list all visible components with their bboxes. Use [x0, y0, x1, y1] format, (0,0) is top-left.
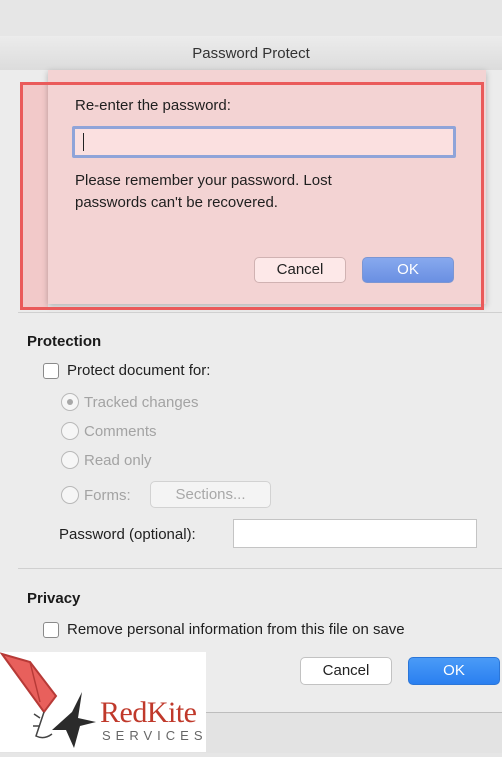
radio-comments[interactable]	[61, 422, 79, 440]
radio-comments-label: Comments	[84, 423, 157, 440]
brand-name: RedKite	[100, 696, 197, 729]
protection-heading: Protection	[27, 333, 102, 350]
radio-tracked-changes[interactable]	[61, 393, 79, 411]
radio-tracked-changes-label: Tracked changes	[84, 394, 199, 411]
privacy-heading: Privacy	[27, 590, 81, 607]
radio-forms[interactable]	[61, 486, 79, 504]
protect-document-checkbox[interactable]	[43, 363, 59, 379]
cancel-button[interactable]: Cancel	[300, 657, 392, 685]
divider	[18, 312, 502, 313]
sections-button[interactable]: Sections...	[150, 481, 271, 508]
window-title: Password Protect	[192, 45, 310, 62]
ok-button[interactable]: OK	[408, 657, 500, 685]
redkite-logo: RedKite SERVICES	[0, 652, 206, 752]
remove-personal-info-label: Remove personal information from this fi…	[67, 621, 405, 638]
radio-read-only[interactable]	[61, 451, 79, 469]
protect-document-label: Protect document for:	[67, 362, 211, 379]
highlight-frame	[20, 82, 484, 310]
brand-subtitle: SERVICES	[102, 728, 208, 743]
password-optional-label: Password (optional):	[59, 526, 196, 543]
radio-forms-label: Forms:	[84, 487, 131, 504]
radio-selected-dot	[67, 399, 73, 405]
radio-read-only-label: Read only	[84, 452, 152, 469]
remove-personal-info-checkbox[interactable]	[43, 622, 59, 638]
window-titlebar: Password Protect	[0, 36, 502, 71]
password-optional-field[interactable]	[233, 519, 477, 548]
divider	[18, 568, 502, 569]
